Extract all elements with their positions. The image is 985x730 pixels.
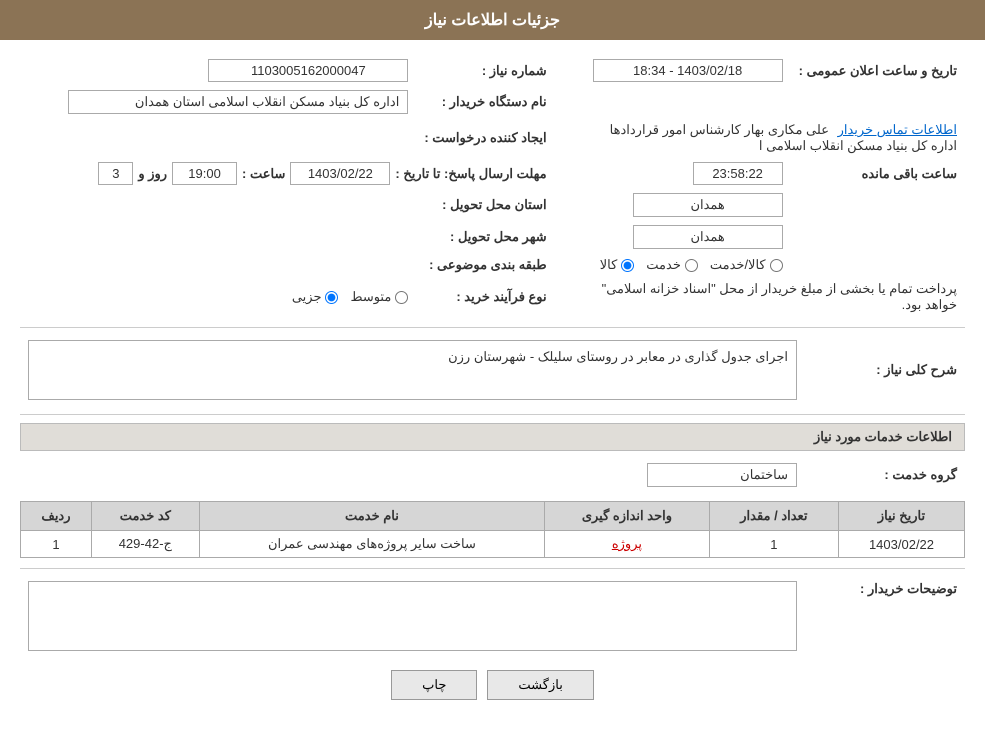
table-cell: ج-42-429: [91, 531, 199, 558]
rooz-value: 3: [98, 162, 133, 185]
col-vahed: واحد اندازه گیری: [545, 502, 710, 531]
tabaqe-label: طبقه بندی موضوعی :: [416, 253, 554, 277]
ijad-konande-label: ایجاد کننده درخواست :: [416, 118, 554, 158]
daststgah-value: اداره کل بنیاد مسکن انقلاب اسلامی استان …: [68, 90, 408, 114]
col-radif: ردیف: [21, 502, 92, 531]
col-nam: نام خدمت: [199, 502, 544, 531]
col-tarikh: تاریخ نیاز: [838, 502, 964, 531]
khadamat-section-title: اطلاعات خدمات مورد نیاز: [20, 423, 965, 451]
motavasset-label: متوسط: [350, 289, 391, 305]
ijad-konande-link[interactable]: اطلاعات تماس خریدار: [838, 122, 957, 137]
radio-khadamat[interactable]: خدمت: [646, 257, 698, 273]
radio-motavasset[interactable]: متوسط: [350, 289, 408, 305]
rooz-label: روز و: [138, 166, 167, 182]
table-cell: 1: [709, 531, 838, 558]
col-kod: کد خدمت: [91, 502, 199, 531]
saat-label: ساعت :: [242, 166, 285, 182]
buttons-row: بازگشت چاپ: [20, 670, 965, 700]
radio-kala[interactable]: کالا: [600, 257, 635, 273]
date-value: 1403/02/22: [290, 162, 390, 185]
nooe-farayand-label: نوع فرآیند خرید :: [416, 277, 554, 317]
baqi-mande-label: ساعت باقی مانده: [862, 166, 957, 181]
daststgah-label: نام دستگاه خریدار :: [416, 86, 554, 118]
table-cell: 1: [21, 531, 92, 558]
tarikh-ilan-label: تاریخ و ساعت اعلان عمومی :: [791, 55, 965, 86]
print-button[interactable]: چاپ: [391, 670, 477, 700]
grooh-khadamat-label: گروه خدمت :: [805, 459, 965, 491]
tosih-label: توضیحات خریدار :: [805, 577, 965, 655]
tarikh-ilan-value: 1403/02/18 - 18:34: [593, 59, 783, 82]
grooh-khadamat-value: ساختمان: [647, 463, 797, 487]
page-title: جزئیات اطلاعات نیاز: [425, 12, 560, 29]
mohlat-label: مهلت ارسال پاسخ: تا تاریخ :: [395, 166, 546, 182]
services-table: تاریخ نیاز تعداد / مقدار واحد اندازه گیر…: [20, 501, 965, 558]
jozee-label: جزیی: [292, 289, 322, 305]
buyer-desc-box: [28, 581, 797, 651]
radio-jozee[interactable]: جزیی: [292, 289, 339, 305]
table-cell: ساخت سایر پروژه‌های مهندسی عمران: [199, 531, 544, 558]
back-button[interactable]: بازگشت: [487, 670, 593, 700]
table-cell: پروژه: [545, 531, 710, 558]
ostan-value: همدان: [633, 193, 783, 217]
radio-kala-khadamat[interactable]: کالا/خدمت: [710, 257, 783, 273]
table-cell: 1403/02/22: [838, 531, 964, 558]
shomara-niaz-label: شماره نیاز :: [416, 55, 554, 86]
nooe-description: پرداخت تمام یا بخشی از مبلغ خریدار از مح…: [602, 281, 957, 312]
kala-label: کالا: [600, 257, 618, 273]
sharh-niaz-value: اجرای جدول گذاری در معابر در روستای سلیل…: [28, 340, 797, 400]
page-header: جزئیات اطلاعات نیاز: [0, 0, 985, 40]
khadamat-label: خدمت: [646, 257, 681, 273]
saat-value: 19:00: [172, 162, 237, 185]
kala-khadamat-label: کالا/خدمت: [710, 257, 766, 273]
shahr-value: همدان: [633, 225, 783, 249]
baqi-mande-value: 23:58:22: [693, 162, 783, 185]
ostan-label: استان محل تحویل :: [416, 189, 554, 221]
shahr-label: شهر محل تحویل :: [416, 221, 554, 253]
sharh-niaz-label: شرح کلی نیاز :: [805, 336, 965, 404]
col-tedad: تعداد / مقدار: [709, 502, 838, 531]
shomara-niaz-value: 1103005162000047: [208, 59, 408, 82]
